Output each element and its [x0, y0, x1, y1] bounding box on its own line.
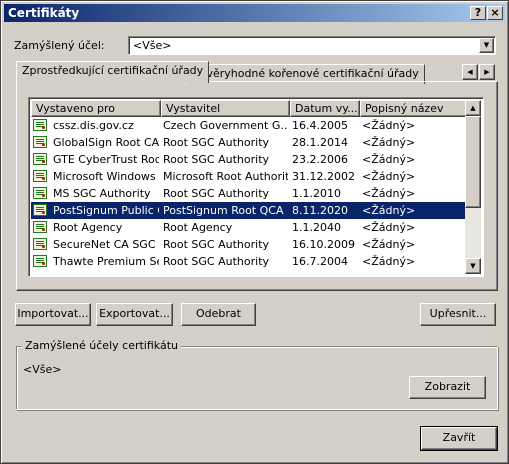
- export-button[interactable]: Exportovat...: [96, 303, 173, 326]
- cell-friendly-name: <Žádný>: [362, 238, 416, 251]
- cell-issued-to: Root Agency: [53, 221, 123, 234]
- cell-issuer: Root SGC Authority: [163, 153, 270, 166]
- import-button[interactable]: Importovat...: [15, 303, 91, 326]
- chevron-down-icon[interactable]: ▼: [479, 38, 494, 53]
- certificate-icon: [33, 221, 47, 233]
- cell-issuer: Czech Government G...: [163, 119, 288, 132]
- cell-expiration: 1.1.2010: [292, 187, 341, 200]
- cell-friendly-name: <Žádný>: [362, 119, 416, 132]
- cell-issued-to: SecureNet CA SGC ...: [53, 238, 159, 251]
- cell-expiration: 16.7.2004: [292, 255, 348, 268]
- cell-issued-to: PostSignum Public CA: [53, 204, 159, 217]
- cell-expiration: 16.10.2009: [292, 238, 355, 251]
- cell-issuer: Microsoft Root Authority: [163, 170, 288, 183]
- cell-friendly-name: <Žádný>: [362, 170, 416, 183]
- purposes-group-title: Zamýšlené účely certifikátu: [22, 339, 181, 352]
- cell-expiration: 23.2.2006: [292, 153, 348, 166]
- cell-friendly-name: <Žádný>: [362, 255, 416, 268]
- scroll-down-icon[interactable]: ▼: [465, 258, 481, 274]
- window-title: Certifikáty: [8, 6, 80, 20]
- purpose-label: Zamýšlený účel:: [14, 39, 105, 52]
- cell-issued-to: cssz.dis.gov.cz: [53, 119, 134, 132]
- table-row[interactable]: SecureNet CA SGC ... Root SGC Authority 16…: [31, 236, 465, 253]
- cell-expiration: 16.4.2005: [292, 119, 348, 132]
- cell-issued-to: MS SGC Authority: [53, 187, 151, 200]
- table-row[interactable]: GlobalSign Root CA Root SGC Authority 28.1…: [31, 134, 465, 151]
- cell-issued-to: Microsoft Windows ...: [53, 170, 159, 183]
- table-row[interactable]: cssz.dis.gov.cz Czech Government G... 16.4…: [31, 117, 465, 134]
- column-header-issuer[interactable]: Vystavitel: [161, 100, 290, 117]
- help-button[interactable]: ?: [470, 6, 486, 20]
- scroll-thumb[interactable]: [465, 116, 481, 208]
- table-row[interactable]: Root Agency Root Agency 1.1.2040 <Žádný>: [31, 219, 465, 236]
- cell-issued-to: Thawte Premium Se...: [53, 255, 159, 268]
- cell-issuer: Root SGC Authority: [163, 136, 270, 149]
- table-row[interactable]: PostSignum Public CA PostSignum Root QCA 8…: [31, 202, 465, 219]
- cell-friendly-name: <Žádný>: [362, 153, 416, 166]
- certificate-icon: [33, 119, 47, 131]
- close-window-button[interactable]: ×: [487, 6, 503, 20]
- advanced-button[interactable]: Upřesnit...: [420, 303, 496, 326]
- remove-button[interactable]: Odebrat: [181, 303, 256, 326]
- list-header: Vystaveno pro Vystavitel Datum vy... Pop…: [31, 100, 467, 117]
- certificate-icon: [33, 153, 47, 165]
- cell-friendly-name: <Žádný>: [362, 204, 416, 217]
- tab-intermediate-ca[interactable]: Zprostředkující certifikační úřady: [16, 61, 210, 83]
- vertical-scrollbar[interactable]: ▲ ▼: [465, 100, 481, 274]
- certificate-icon: [33, 136, 47, 148]
- cell-expiration: 1.1.2040: [292, 221, 341, 234]
- certificate-icon: [33, 187, 47, 199]
- view-button[interactable]: Zobrazit: [409, 376, 486, 399]
- cell-expiration: 31.12.2002: [292, 170, 355, 183]
- cell-issuer: PostSignum Root QCA: [163, 204, 284, 217]
- scroll-up-icon[interactable]: ▲: [465, 100, 481, 116]
- table-row[interactable]: Microsoft Windows ... Microsoft Root Auth…: [31, 168, 465, 185]
- cell-issuer: Root SGC Authority: [163, 255, 270, 268]
- cell-friendly-name: <Žádný>: [362, 221, 416, 234]
- table-row[interactable]: Thawte Premium Se... Root SGC Authority 16…: [31, 253, 465, 270]
- purpose-dropdown[interactable]: <Vše> ▼: [128, 36, 496, 55]
- column-header-friendly-name[interactable]: Popisný název: [360, 100, 467, 117]
- cell-friendly-name: <Žádný>: [362, 187, 416, 200]
- tab-label: Důvěryhodné kořenové certifikační úřady: [191, 67, 419, 80]
- purpose-selected-value: <Vše>: [133, 39, 172, 52]
- tab-scroll-right-icon[interactable]: ▶: [479, 64, 495, 80]
- certificate-icon: [33, 204, 47, 216]
- list-rows: cssz.dis.gov.cz Czech Government G... 16.4…: [31, 117, 465, 274]
- tab-scroll-left-icon[interactable]: ◀: [462, 64, 478, 80]
- column-header-issued-to[interactable]: Vystaveno pro: [31, 100, 161, 117]
- purposes-value: <Vše>: [23, 363, 62, 376]
- cell-friendly-name: <Žádný>: [362, 136, 416, 149]
- cell-issuer: Root Agency: [163, 221, 233, 234]
- cell-issued-to: GTE CyberTrust Root: [53, 153, 159, 166]
- column-header-expiration[interactable]: Datum vy...: [290, 100, 360, 117]
- table-row[interactable]: MS SGC Authority Root SGC Authority 1.1.20…: [31, 185, 465, 202]
- cell-expiration: 28.1.2014: [292, 136, 348, 149]
- certificate-icon: [33, 170, 47, 182]
- title-bar[interactable]: Certifikáty ? ×: [4, 4, 505, 22]
- table-row[interactable]: GTE CyberTrust Root Root SGC Authority 23.…: [31, 151, 465, 168]
- cell-issuer: Root SGC Authority: [163, 187, 270, 200]
- certificates-dialog: Certifikáty ? × Zamýšlený účel: <Vše> ▼ …: [0, 0, 509, 464]
- certificate-list[interactable]: Vystaveno pro Vystavitel Datum vy... Pop…: [28, 97, 484, 277]
- cell-issued-to: GlobalSign Root CA: [53, 136, 159, 149]
- certificate-icon: [33, 238, 47, 250]
- close-button[interactable]: Zavřít: [421, 427, 497, 450]
- tab-label: Zprostředkující certifikační úřady: [22, 64, 204, 77]
- certificate-icon: [33, 255, 47, 267]
- cell-issuer: Root SGC Authority: [163, 238, 270, 251]
- cell-expiration: 8.11.2020: [292, 204, 348, 217]
